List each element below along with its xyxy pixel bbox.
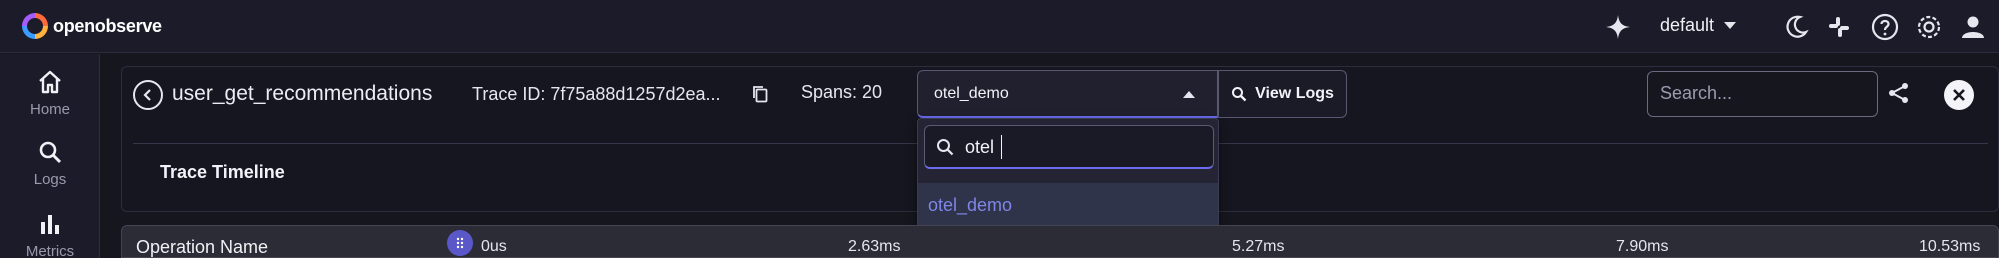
stream-select-value: otel_demo [934, 85, 1009, 102]
home-icon [39, 70, 61, 94]
left-nav: Home Logs Metrics [0, 54, 100, 258]
app-logo[interactable]: openobserve [22, 13, 162, 39]
timeline-tick: 7.90ms [1616, 238, 1669, 255]
chevron-left-icon [143, 89, 151, 101]
settings-icon[interactable] [1915, 13, 1943, 41]
trace-service-name: user_get_recommendations [172, 82, 433, 105]
help-icon[interactable] [1871, 13, 1899, 41]
search-icon [1232, 87, 1247, 102]
spans-count: Spans: 20 [801, 82, 883, 102]
caret-up-icon [1183, 91, 1195, 98]
timeline-tick: 5.27ms [1232, 238, 1285, 255]
stream-option-label: otel_demo [928, 195, 1013, 215]
logo-text: openobserve [53, 15, 162, 36]
resize-handle-icon[interactable] [447, 230, 473, 256]
timeline-tick: 0us [481, 238, 507, 255]
moon-icon[interactable] [1782, 13, 1810, 41]
span-search-field[interactable] [1647, 71, 1878, 117]
nav-item-metrics[interactable]: Metrics [0, 212, 100, 258]
stream-select[interactable]: otel_demo [917, 70, 1218, 118]
back-button[interactable] [133, 80, 163, 110]
timeline-tick: 2.63ms [848, 238, 901, 255]
close-button[interactable] [1944, 80, 1974, 110]
span-search-input[interactable] [1660, 83, 1860, 104]
nav-label-logs: Logs [33, 171, 67, 188]
logo-mark-icon [22, 13, 48, 39]
text-cursor [1001, 135, 1002, 159]
org-selector[interactable]: default [1660, 15, 1737, 36]
stream-option[interactable]: otel_demo [918, 183, 1218, 227]
stream-filter-query: otel [965, 137, 995, 157]
sparkle-icon[interactable] [1604, 13, 1632, 41]
org-caret-icon [1724, 22, 1737, 29]
trace-timeline-title[interactable]: Trace Timeline [160, 162, 285, 183]
view-logs-button[interactable]: View Logs [1218, 70, 1347, 118]
top-bar: openobserve default [0, 0, 1999, 53]
user-icon[interactable] [1959, 13, 1987, 41]
stream-filter-input[interactable]: otel [924, 125, 1214, 169]
operation-name-header: Operation Name [136, 237, 269, 257]
nav-item-home[interactable]: Home [0, 70, 100, 118]
search-icon [937, 139, 954, 156]
copy-icon[interactable] [752, 85, 768, 108]
timeline-tick: 10.53ms [1919, 238, 1981, 255]
slack-icon[interactable] [1825, 13, 1853, 41]
close-icon [1953, 89, 1965, 101]
stream-dropdown: otel otel_demo [917, 118, 1219, 228]
nav-label-metrics: Metrics [25, 243, 75, 258]
view-logs-label: View Logs [1255, 85, 1334, 102]
search-icon [39, 141, 62, 164]
nav-label-home: Home [29, 101, 70, 118]
timeline-header: Operation Name 0us 2.63ms 5.27ms 7.90ms … [121, 225, 1999, 258]
nav-item-logs[interactable]: Logs [0, 140, 100, 188]
share-icon[interactable] [1888, 82, 1910, 109]
trace-id: Trace ID: 7f75a88d1257d2ea... [472, 84, 721, 104]
bar-chart-icon [41, 215, 59, 234]
org-name: default [1660, 15, 1715, 35]
